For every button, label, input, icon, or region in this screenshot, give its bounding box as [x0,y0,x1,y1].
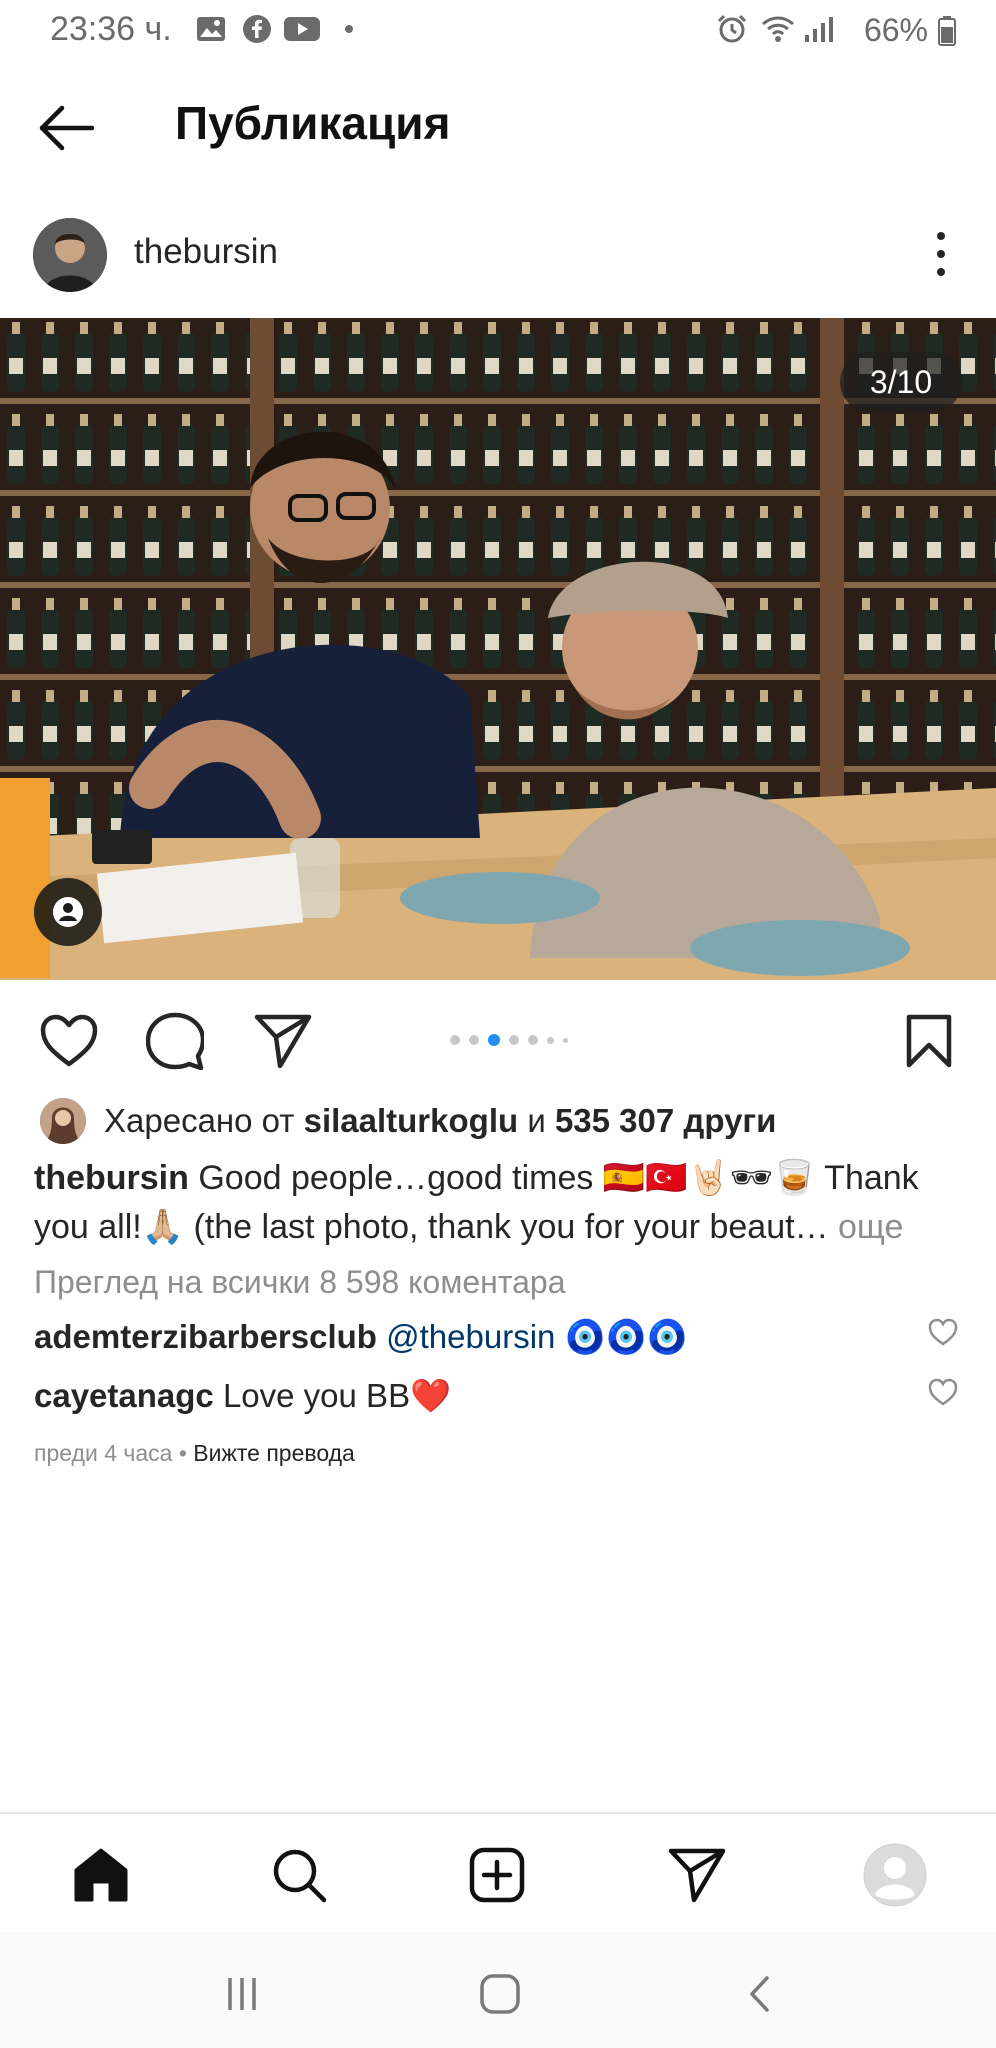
carousel-dot [563,1037,568,1043]
recent-apps-button[interactable] [212,1972,272,2016]
heart-icon [928,1318,958,1346]
post-image[interactable]: 3/10 [0,318,996,980]
likes-conj: и [527,1102,546,1139]
alarm-icon [716,14,748,44]
heart-icon [928,1378,958,1406]
comment-text: 🧿🧿🧿 [564,1318,688,1355]
comment-username[interactable]: ademterzibarbersclub [34,1318,377,1355]
liker-avatar [40,1098,86,1144]
bottom-navigation [0,1812,996,1934]
nav-create[interactable] [464,1842,530,1908]
chevron-left-icon [750,1976,769,2012]
comment-item: cayetanagc Love you BB❤️ [34,1377,451,1416]
carousel-dot [528,1035,538,1045]
back-system-button[interactable] [730,1972,790,2016]
comment-username[interactable]: cayetanagc [34,1377,214,1414]
gallery-icon [196,14,226,44]
post-time: преди 4 часа [34,1440,173,1466]
notification-dot-icon [344,14,354,44]
page-title: Публикация [175,97,451,149]
carousel-dot-active [488,1034,500,1046]
carousel-dot [547,1036,554,1044]
home-square-icon [480,1974,520,2014]
more-options-button[interactable] [926,224,956,284]
home-icon [74,1848,128,1902]
translate-link[interactable]: Вижте превода [193,1440,355,1466]
comment-mention[interactable]: @thebursin [386,1318,555,1355]
likes-row[interactable]: Харесано от silaalturkoglu и 535 307 дру… [40,1098,776,1144]
signal-icon [804,14,834,44]
caption-username[interactable]: thebursin [34,1159,189,1197]
author-username[interactable]: thebursin [134,232,278,272]
app-header: Публикация [0,64,996,190]
battery-indicator: 66% [864,12,956,49]
likes-prefix: Харесано от [104,1102,295,1139]
post-caption: thebursin Good people…good times 🇪🇸🇹🇷🤘🏻🕶… [34,1154,964,1252]
send-icon [254,1014,312,1069]
nav-direct[interactable] [664,1842,730,1908]
author-avatar[interactable] [33,218,107,292]
back-button[interactable] [34,100,98,156]
home-system-button[interactable] [470,1972,530,2016]
post-photo-illustration [0,318,996,980]
profile-avatar-icon [863,1843,927,1907]
wifi-icon [760,14,796,44]
comment-item: ademterzibarbersclub @thebursin 🧿🧿🧿 [34,1318,688,1357]
slide-counter: 3/10 [840,352,962,412]
comment-like-button[interactable] [928,1318,958,1348]
back-arrow-icon [39,105,95,151]
nav-home[interactable] [68,1842,134,1908]
facebook-icon [242,14,272,44]
save-button[interactable] [896,1008,962,1074]
nav-search[interactable] [266,1842,332,1908]
like-button[interactable] [36,1008,102,1074]
tagged-people-button[interactable] [34,878,102,946]
heart-icon [40,1014,98,1067]
status-bar: 23:36 ч. 66% [0,0,996,64]
post-author-row: thebursin [0,190,996,320]
carousel-dot [509,1035,519,1045]
likes-count[interactable]: 535 307 други [555,1102,777,1140]
comment-icon [146,1012,204,1070]
battery-percent: 66% [863,12,928,48]
carousel-dot [450,1035,460,1045]
liker-username[interactable]: silaalturkoglu [304,1102,519,1140]
view-all-comments-link[interactable]: Преглед на всички 8 598 коментара [34,1264,565,1301]
caption-more-link[interactable]: още [838,1208,903,1246]
share-button[interactable] [250,1008,316,1074]
recents-icon [228,1978,256,2010]
add-post-icon [469,1847,525,1903]
youtube-icon [284,14,320,44]
system-navigation [0,1932,996,2048]
carousel-dot [469,1035,479,1045]
user-tag-icon [53,897,83,927]
status-time: 23:36 ч. [50,10,172,48]
send-icon [668,1848,726,1903]
battery-icon [938,15,956,46]
comment-text: Love you BB❤️ [222,1377,452,1414]
comment-like-button[interactable] [928,1378,958,1408]
more-vertical-icon [937,232,945,276]
bookmark-icon [906,1014,952,1068]
search-icon [273,1849,327,1903]
comment-button[interactable] [142,1008,208,1074]
post-actions-bar [0,990,996,1090]
carousel-indicator [450,1034,568,1046]
nav-profile[interactable] [862,1842,928,1908]
post-meta-row: преди 4 часа • Вижте превода [34,1440,355,1466]
